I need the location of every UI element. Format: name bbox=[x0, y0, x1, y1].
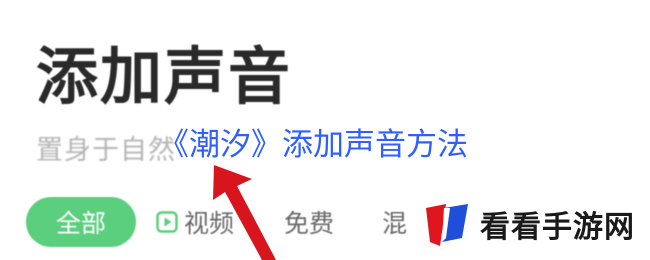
filter-tabs: 全部 视频 免费 混 bbox=[26, 196, 407, 248]
filter-chip-free-label: 免费 bbox=[284, 209, 335, 238]
filter-chip-free[interactable]: 免费 bbox=[284, 204, 334, 240]
page-subtitle: 置身于自然 bbox=[36, 135, 176, 166]
red-blue-flag-logo-icon bbox=[426, 204, 468, 246]
filter-chip-all-label: 全部 bbox=[55, 209, 106, 238]
overlay-caption: 《潮汐》添加声音方法 bbox=[158, 127, 468, 163]
watermark: 看看手游网 bbox=[420, 196, 645, 252]
screenshot-stage: 添加声音 置身于自然 《潮汐》添加声音方法 全部 视频 免费 混 看看手游网 bbox=[0, 0, 650, 260]
play-square-icon bbox=[156, 211, 178, 233]
filter-chip-video[interactable]: 视频 bbox=[156, 204, 234, 240]
watermark-text: 看看手游网 bbox=[480, 210, 635, 245]
page-title: 添加声音 bbox=[36, 40, 293, 113]
filter-chip-partial[interactable]: 混 bbox=[382, 204, 407, 240]
filter-chip-all[interactable]: 全部 bbox=[26, 197, 136, 247]
filter-chip-video-label: 视频 bbox=[184, 209, 235, 238]
filter-chip-partial-label: 混 bbox=[382, 209, 408, 238]
